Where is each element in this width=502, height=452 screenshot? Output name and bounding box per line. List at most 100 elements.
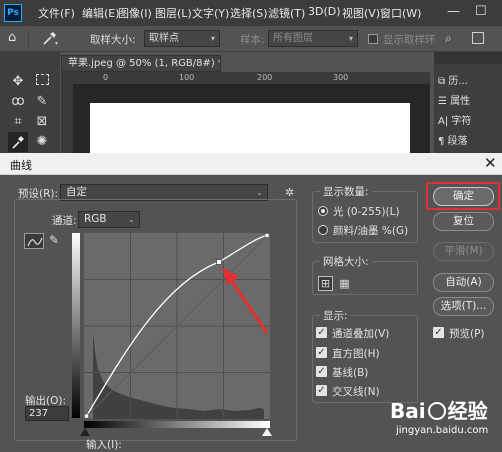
channel-select[interactable]: RGB ⌄ [78, 211, 140, 228]
dialog-title-bar[interactable]: 曲线 ✕ [0, 153, 502, 175]
white-point-slider[interactable] [262, 428, 272, 436]
menu-file[interactable]: 文件(F) [38, 5, 75, 21]
properties-panel-tab[interactable]: ☰ 属性 [438, 92, 470, 107]
eyedropper-tool-icon[interactable] [8, 132, 28, 152]
black-point-slider[interactable] [80, 428, 90, 436]
show-title: 显示: [320, 308, 351, 323]
grid-simple-icon[interactable]: ⊞ [318, 276, 333, 291]
photoshop-logo: Ps [4, 4, 22, 22]
close-icon[interactable]: ✕ [484, 154, 497, 172]
watermark-brand-left: Bai [390, 399, 426, 423]
toolbox: ✥ ꝏ ✎ ⌗ ⊠ ✺ [0, 52, 60, 162]
sample-label: 样本: [240, 34, 265, 46]
dialog-title: 曲线 [10, 159, 32, 172]
quick-select-tool-icon[interactable]: ✎ [32, 92, 52, 112]
options-button[interactable]: 选项(T)... [433, 297, 494, 316]
paragraph-icon: ¶ [438, 136, 448, 147]
light-option-label: 光 (0-255)(L) [333, 206, 400, 218]
watermark-url: jingyan.baidu.com [396, 425, 489, 436]
light-radio[interactable] [318, 206, 328, 216]
preview-label: 预览(P) [449, 328, 485, 340]
watermark-brand: Bai 经验 [390, 395, 488, 424]
vertical-ruler [61, 84, 73, 164]
panel-dock: ⧉ 历... ☰ 属性 A| 字符 ¶ 段落 [434, 52, 502, 162]
chevron-down-icon: ▾ [348, 34, 353, 43]
sample-size-select[interactable]: 取样点 ▾ [144, 30, 220, 47]
menu-image[interactable]: 图像(I) [118, 5, 152, 21]
crop-tool-icon[interactable]: ⌗ [8, 112, 28, 132]
document-title: 苹果.jpeg @ 50% (1, RGB/8#) * [68, 58, 221, 69]
paw-icon [427, 402, 446, 420]
input-gradient-bar [84, 421, 270, 428]
channel-value: RGB [84, 213, 107, 225]
sample-layers-select[interactable]: 所有图层 ▾ [268, 30, 358, 47]
sample-size-value: 取样点 [149, 33, 179, 44]
svg-text:▾: ▾ [55, 40, 58, 47]
preview-checkbox[interactable]: ✓ [433, 327, 444, 338]
marquee-tool-icon[interactable] [32, 72, 52, 92]
output-value-field[interactable]: 237 [25, 406, 69, 421]
intersection-line-checkbox[interactable]: ✓ [316, 385, 327, 396]
histogram-checkbox[interactable]: ✓ [316, 347, 327, 358]
properties-icon: ☰ [438, 96, 451, 107]
output-gradient-bar [72, 233, 80, 418]
horizontal-ruler: 0 100 200 300 [61, 72, 430, 84]
reset-button[interactable]: 复位 [433, 212, 494, 231]
sample-size-label: 取样大小: [90, 34, 136, 46]
curve-point-active[interactable] [216, 259, 222, 265]
divider [28, 30, 29, 48]
ok-button[interactable]: 确定 [433, 187, 494, 206]
baseline-checkbox[interactable]: ✓ [316, 366, 327, 377]
frame-tool-icon[interactable]: ⊠ [32, 112, 52, 132]
character-icon: A| [438, 116, 452, 127]
menu-view[interactable]: 视图(V) [342, 5, 380, 21]
grid-size-title: 网格大小: [320, 254, 372, 269]
show-ring-checkbox[interactable] [368, 34, 378, 44]
home-icon[interactable]: ⌂ [8, 30, 16, 45]
edit-points-curve-icon[interactable] [24, 233, 44, 249]
curve-point-black[interactable] [84, 413, 89, 419]
channel-overlay-checkbox[interactable]: ✓ [316, 327, 327, 338]
channel-overlay-label: 通道叠加(V) [332, 328, 390, 340]
auto-button[interactable]: 自动(A) [433, 273, 494, 292]
ruler-mark: 200 [257, 73, 273, 82]
channel-label: 通道: [52, 215, 77, 227]
dock-header [434, 52, 502, 64]
menu-type[interactable]: 文字(Y) [192, 5, 229, 21]
baseline-label: 基线(B) [332, 367, 369, 379]
histogram-label: 直方图(H) [332, 348, 380, 360]
menu-bar: Ps 文件(F) 编辑(E) 图像(I) 图层(L) 文字(Y) 选择(S) 滤… [0, 0, 502, 26]
eyedropper-tool-preset-icon[interactable]: ▾ [40, 29, 60, 47]
history-panel-tab[interactable]: ⧉ 历... [438, 72, 468, 87]
lasso-tool-icon[interactable]: ꝏ [8, 92, 28, 112]
show-ring-label: 显示取样环 [383, 34, 436, 46]
menu-filter[interactable]: 滤镜(T) [268, 5, 305, 21]
chevron-down-icon: ⌄ [128, 215, 135, 224]
minimize-icon[interactable]: — [447, 4, 460, 19]
menu-select[interactable]: 选择(S) [230, 5, 268, 21]
pencil-draw-icon[interactable]: ✎ [49, 233, 63, 249]
curve-graph[interactable] [84, 233, 270, 419]
menu-layer[interactable]: 图层(L) [155, 5, 192, 21]
healing-tool-icon[interactable]: ✺ [32, 132, 52, 152]
display-amount-title: 显示数量: [320, 184, 372, 199]
menu-edit[interactable]: 编辑(E) [82, 5, 120, 21]
intersection-line-label: 交叉线(N) [332, 386, 380, 398]
pigment-radio[interactable] [318, 225, 328, 235]
menu-3d[interactable]: 3D(D) [308, 5, 341, 18]
search-icon[interactable]: ⌕ [445, 31, 452, 46]
grid-detailed-icon[interactable]: ▦ [337, 276, 352, 291]
smooth-button[interactable]: 平滑(M) [433, 242, 494, 261]
curve-point-white[interactable] [264, 233, 270, 238]
options-bar: ⌂ ▾ 取样大小: 取样点 ▾ 样本: 所有图层 ▾ 显示取样环 ⌕ [0, 26, 502, 52]
move-tool-icon[interactable]: ✥ [8, 72, 28, 92]
sample-layers-value: 所有图层 [273, 33, 313, 44]
document-tab[interactable]: 苹果.jpeg @ 50% (1, RGB/8#) * × [61, 55, 221, 72]
character-panel-tab[interactable]: A| 字符 [438, 112, 471, 127]
paragraph-panel-tab[interactable]: ¶ 段落 [438, 132, 468, 147]
workspace-icon[interactable] [472, 32, 484, 44]
menu-window[interactable]: 窗口(W) [380, 5, 421, 21]
preset-options-gear-icon[interactable]: ✲ [285, 186, 294, 199]
chevron-down-icon: ⌄ [256, 188, 263, 197]
maximize-icon[interactable]: ☐ [475, 4, 487, 19]
